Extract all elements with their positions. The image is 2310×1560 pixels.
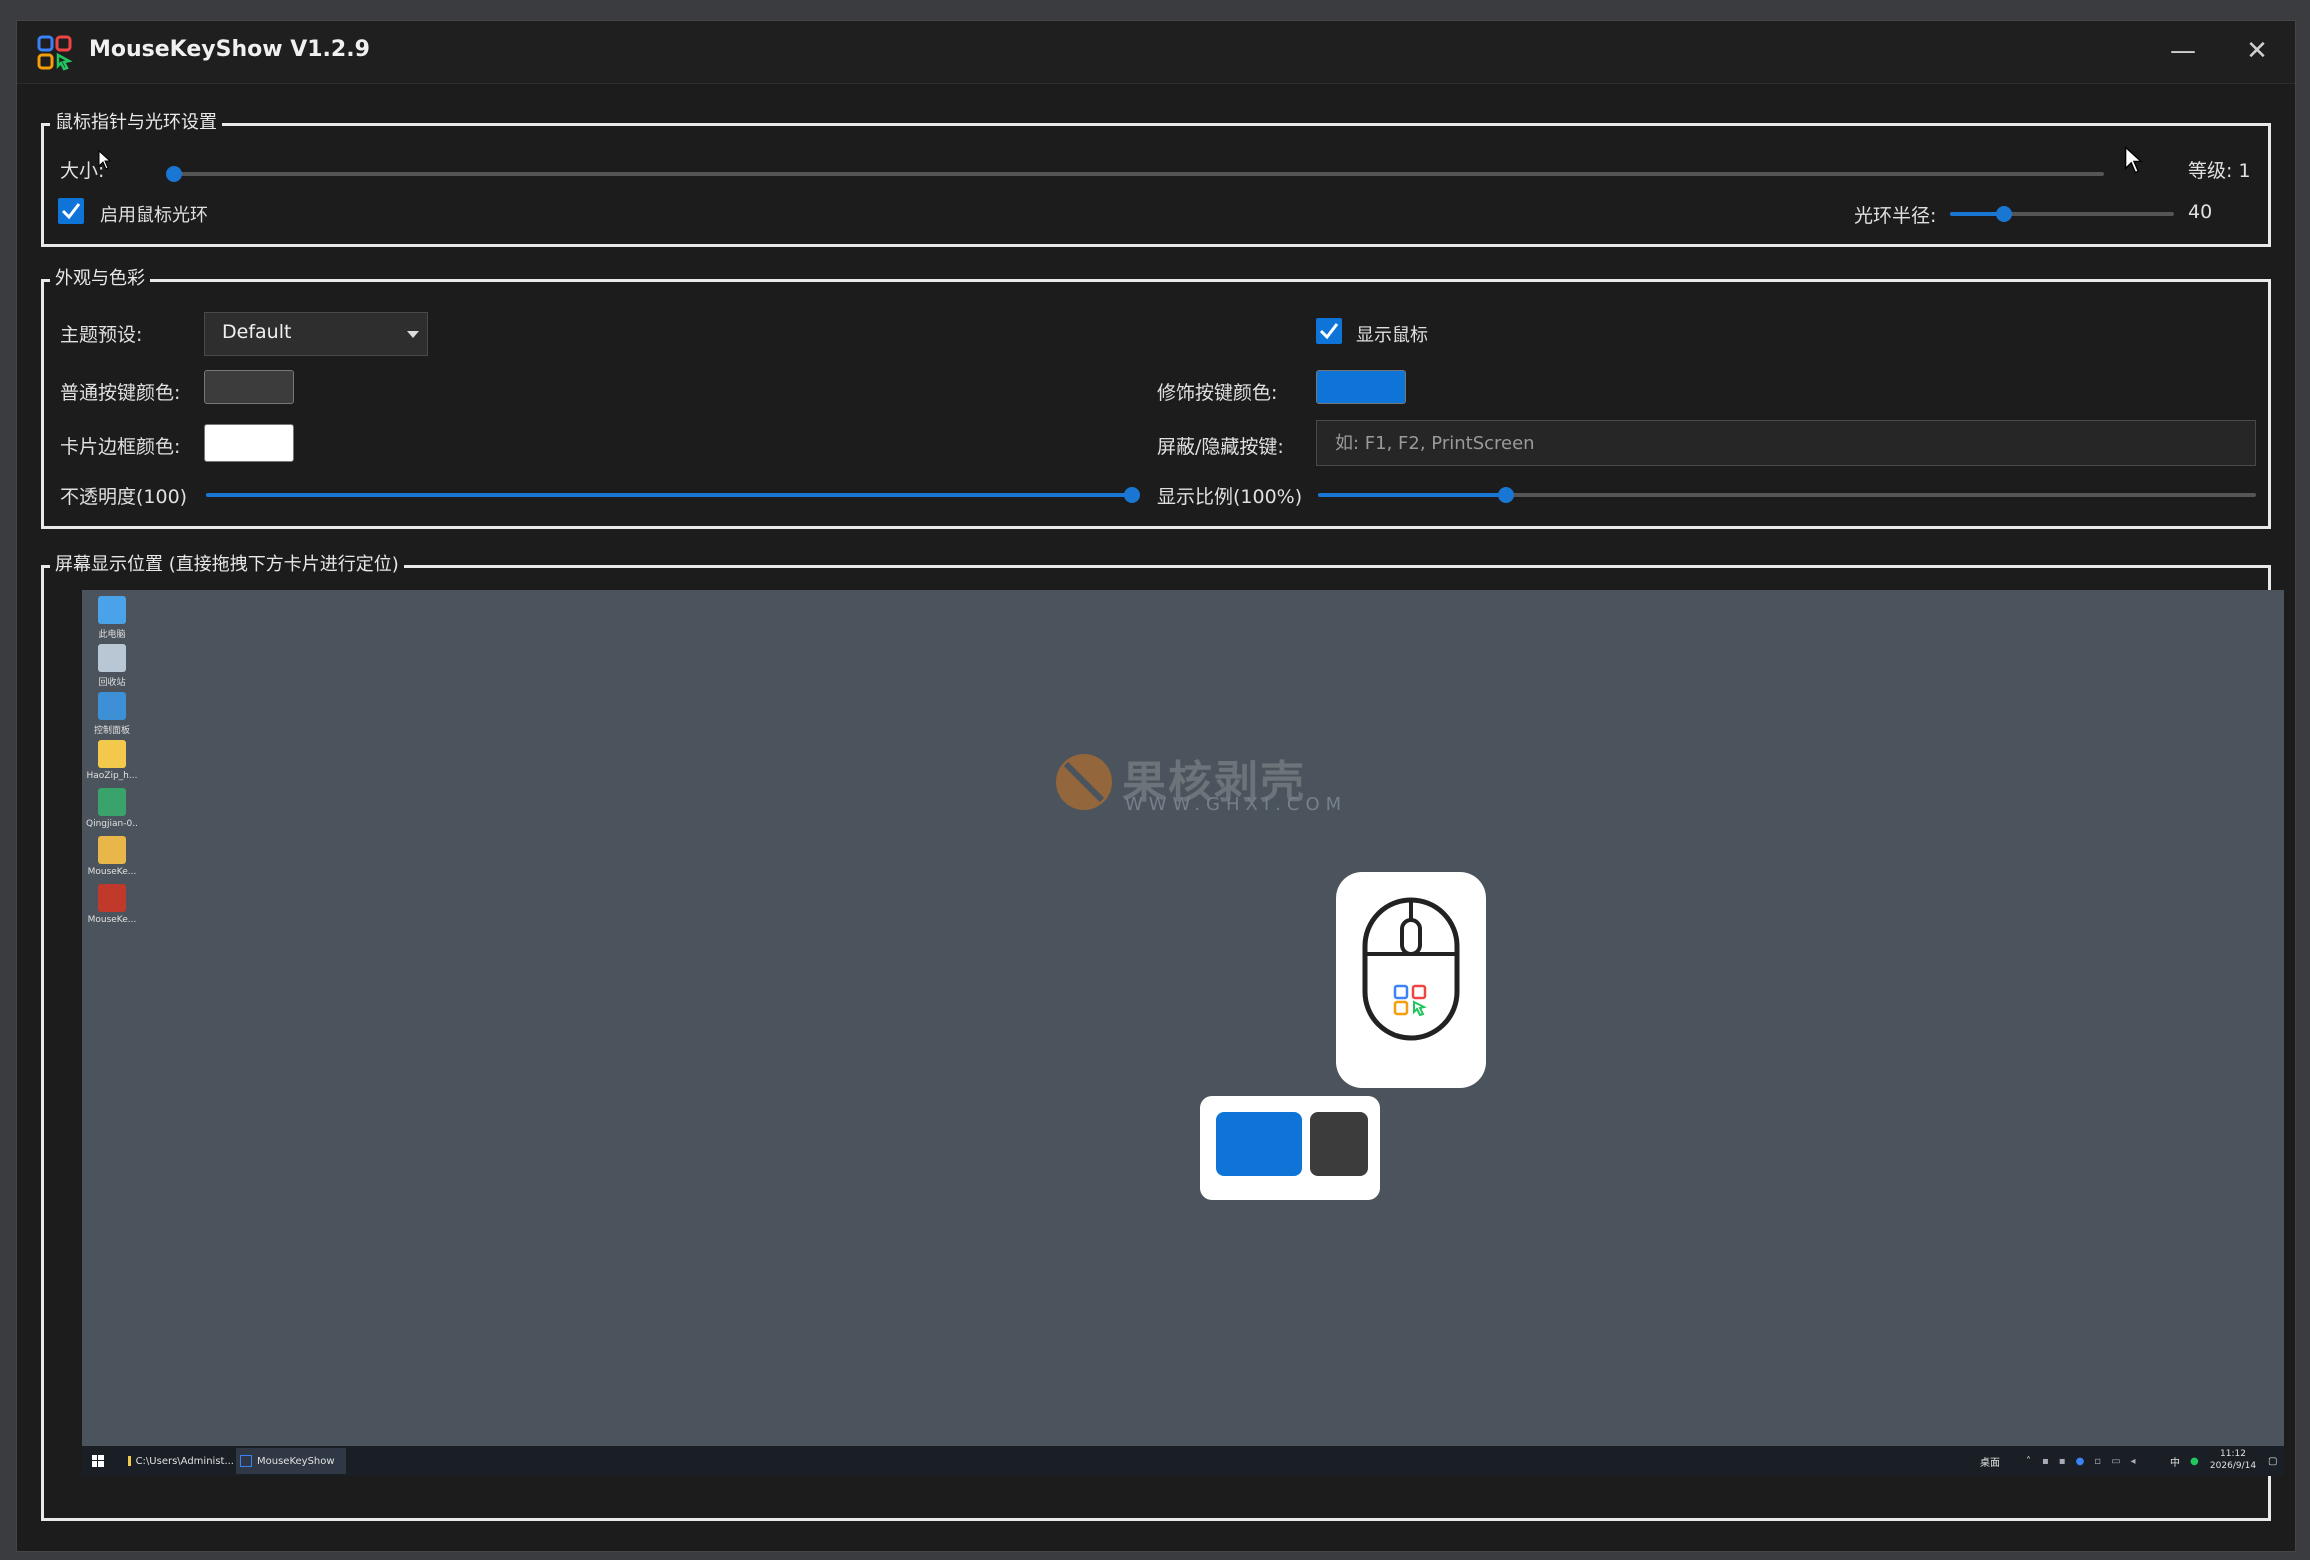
theme-select[interactable]: Default [204, 312, 428, 356]
tray-app-icon[interactable]: ▪ [2042, 1456, 2049, 1467]
show-mouse-checkbox[interactable] [1316, 318, 1342, 344]
mouse-preview-card[interactable] [1336, 872, 1486, 1088]
window-title: MouseKeyShow V1.2.9 [89, 37, 370, 62]
watermark-subtext: WWW.GHXI.COM [1125, 794, 1348, 815]
tray-chevron-icon[interactable]: ˄ [2026, 1448, 2031, 1474]
tray-ime-dot-icon: ● [2190, 1455, 2199, 1467]
desktop-icon[interactable]: HaoZip_h... [86, 740, 138, 781]
desktop-icon-label: 回收站 [98, 678, 126, 688]
scale-slider[interactable] [1318, 487, 2256, 503]
close-button[interactable]: ✕ [2235, 31, 2279, 71]
desktop-icon-label: 控制面板 [93, 726, 130, 736]
opacity-slider[interactable] [206, 487, 1140, 503]
check-icon [1319, 323, 1339, 340]
windows-start-icon[interactable] [92, 1455, 104, 1467]
group-title-appearance: 外观与色彩 [50, 268, 150, 290]
desktop-icon-label: MouseKe... [87, 915, 137, 925]
folder-icon [128, 1456, 131, 1466]
level-label: 等级: 1 [2188, 160, 2251, 182]
check-icon [61, 203, 81, 220]
group-title-pointer: 鼠标指针与光环设置 [50, 112, 222, 134]
theme-label: 主题预设: [60, 324, 143, 346]
tray-desktop-label[interactable]: 桌面 [1980, 1448, 2000, 1474]
normal-key-color-label: 普通按键颜色: [60, 382, 181, 404]
desktop-icon[interactable]: Qingjian-0... [86, 788, 138, 829]
pointer-halo-group: 鼠标指针与光环设置 大小: 等级: 1 启用鼠标光环 光环半径: 40 [41, 112, 2271, 247]
desktop-icon-label: 此电脑 [98, 630, 126, 640]
watermark-logo-icon [1056, 754, 1112, 810]
tray-date: 2026/9/14 [2209, 1461, 2257, 1471]
title-bar[interactable]: MouseKeyShow V1.2.9 — ✕ [17, 21, 2295, 84]
taskbar-item-explorer[interactable]: C:\Users\Administ... [124, 1448, 234, 1474]
show-mouse-label[interactable]: 显示鼠标 [1356, 321, 1428, 347]
modifier-key-preview [1216, 1112, 1302, 1176]
modifier-key-color-swatch[interactable] [1316, 370, 1406, 404]
cursor-icon [2124, 146, 2143, 174]
tray-clock[interactable]: 11:12 2026/9/14 [2208, 1448, 2258, 1472]
taskbar-item-explorer-label: C:\Users\Administ... [135, 1455, 234, 1467]
desktop-icon-label: Qingjian-0... [86, 819, 138, 829]
screen-position-group: 屏幕显示位置 (直接拖拽下方卡片进行定位) 此电脑回收站控制面板 HaoZip_h… [41, 554, 2284, 1521]
desktop-shortcut-icon [98, 884, 126, 912]
normal-key-color-swatch[interactable] [204, 370, 294, 404]
scale-slider-fill [1318, 493, 1506, 497]
halo-radius-slider-thumb[interactable] [1995, 206, 2012, 222]
enable-halo-checkbox[interactable] [58, 198, 84, 224]
hide-keys-label: 屏蔽/隐藏按键: [1157, 436, 1284, 458]
cursor-icon [98, 150, 112, 170]
desktop-shortcut-icon [98, 740, 126, 768]
tray-usb-icon[interactable]: ▫ [2094, 1456, 2101, 1467]
halo-radius-slider[interactable] [1950, 206, 2174, 222]
opacity-slider-fill [206, 493, 1132, 497]
tray-icons[interactable]: ▪ ▪ ● ▫ ▭ ◂ [2042, 1448, 2136, 1474]
desktop-icon[interactable]: MouseKe... [86, 836, 138, 877]
taskbar-item-app[interactable]: MouseKeyShow [236, 1448, 346, 1474]
desktop-shortcut-icon [98, 644, 126, 672]
tray-display-icon[interactable]: ▭ [2111, 1456, 2120, 1467]
normal-key-preview [1310, 1112, 1368, 1176]
notification-icon[interactable]: ▢ [2268, 1448, 2277, 1474]
minimize-button[interactable]: — [2161, 31, 2205, 71]
group-title-position: 屏幕显示位置 (直接拖拽下方卡片进行定位) [50, 554, 404, 576]
opacity-label: 不透明度(100) [60, 486, 188, 508]
app-small-icon [240, 1455, 252, 1467]
opacity-slider-thumb[interactable] [1124, 487, 1140, 503]
app-window: MouseKeyShow V1.2.9 — ✕ 鼠标指针与光环设置 大小: 等级… [16, 20, 2296, 1552]
desktop-icon[interactable]: MouseKe... [86, 884, 138, 925]
tray-bluetooth-icon[interactable]: ● [2076, 1456, 2085, 1467]
size-slider-thumb[interactable] [166, 166, 182, 182]
appearance-group: 外观与色彩 主题预设: Default 显示鼠标 普通按键颜色: 修饰按键颜色:… [41, 268, 2271, 529]
hide-keys-input[interactable] [1316, 420, 2256, 466]
taskbar: C:\Users\Administ... MouseKeyShow 桌面 ˄ ▪… [82, 1446, 2284, 1476]
taskbar-item-app-label: MouseKeyShow [257, 1455, 335, 1467]
card-border-color-swatch[interactable] [204, 424, 294, 462]
desktop-shortcut-icon [98, 596, 126, 624]
halo-radius-value: 40 [2188, 201, 2213, 223]
key-preview-card[interactable] [1200, 1096, 1380, 1200]
scale-label: 显示比例(100%) [1157, 486, 1303, 508]
tray-time: 11:12 [2220, 1449, 2246, 1459]
desktop-preview[interactable]: 此电脑回收站控制面板 HaoZip_h... Qingjian-0... MouseK… [82, 590, 2284, 1476]
tray-network-icon[interactable]: ▪ [2059, 1456, 2066, 1467]
desktop-shortcut-icon [98, 836, 126, 864]
app-logo-icon [37, 35, 73, 71]
mouse-icon [1362, 897, 1460, 1041]
chevron-down-icon [407, 331, 419, 338]
desktop-icon[interactable]: 控制面板 [86, 692, 138, 736]
modifier-key-color-label: 修饰按键颜色: [1157, 382, 1278, 404]
tray-ime[interactable]: 中 [2170, 1448, 2180, 1474]
desktop-shortcut-icon [98, 692, 126, 720]
scale-slider-thumb[interactable] [1497, 487, 1514, 503]
desktop-icon[interactable]: 回收站 [86, 644, 138, 688]
desktop-shortcut-icon [98, 788, 126, 816]
theme-select-value: Default [222, 321, 292, 343]
desktop-icon-label: HaoZip_h... [86, 771, 138, 781]
tray-volume-icon[interactable]: ◂ [2131, 1456, 2136, 1467]
desktop-icon[interactable]: 此电脑 [86, 596, 138, 640]
size-slider[interactable] [166, 166, 2104, 182]
card-border-color-label: 卡片边框颜色: [60, 436, 181, 458]
halo-radius-label: 光环半径: [1854, 205, 1937, 227]
enable-halo-label[interactable]: 启用鼠标光环 [100, 201, 208, 227]
desktop-icon-label: MouseKe... [87, 867, 137, 877]
